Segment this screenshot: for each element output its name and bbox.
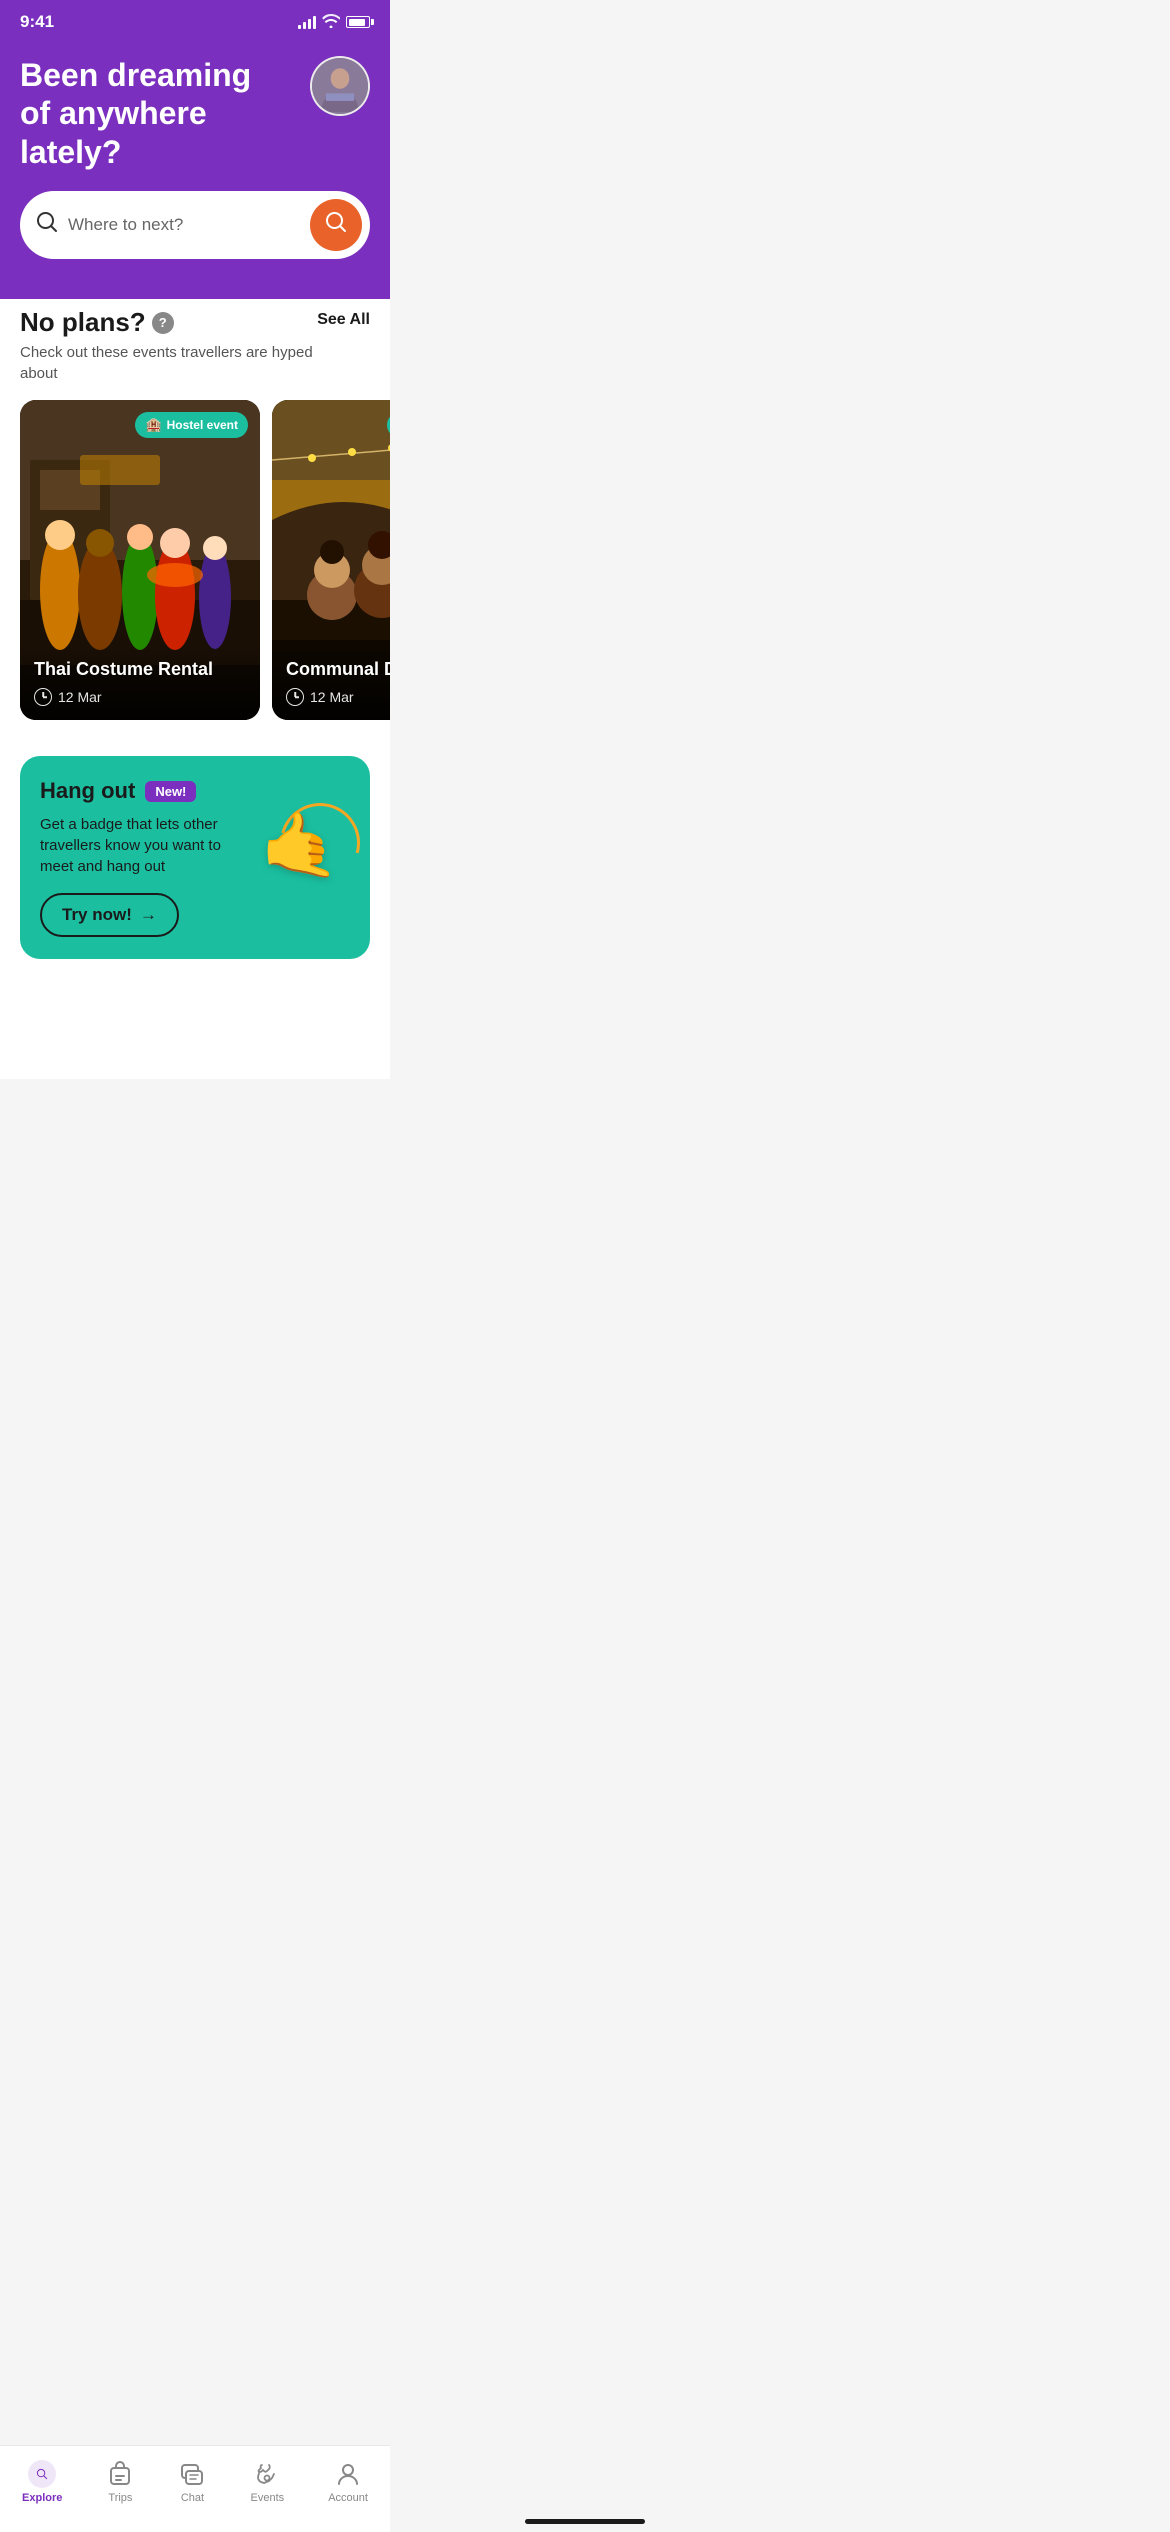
no-plans-section-header: No plans? ? Check out these events trave… — [20, 307, 370, 384]
search-button-icon — [325, 211, 347, 239]
wifi-icon — [322, 14, 340, 31]
clock-icon-2 — [286, 688, 304, 706]
event-card-1-date: 12 Mar — [34, 688, 246, 706]
nav-explore[interactable]: Explore — [10, 2456, 74, 2508]
explore-label: Explore — [22, 2492, 62, 2504]
try-now-label: Try now! — [62, 905, 132, 925]
clock-icon-1 — [34, 688, 52, 706]
nav-account[interactable]: Account — [316, 2456, 380, 2508]
event-tag-1: 🏨 Hostel event — [135, 412, 248, 438]
see-all-button[interactable]: See All — [317, 307, 370, 329]
status-bar: 9:41 — [0, 0, 390, 40]
nav-chat[interactable]: Chat — [166, 2456, 218, 2508]
nav-events[interactable]: Events — [239, 2456, 297, 2508]
event-card-2[interactable]: 🏨 Hostel event Communal Dinner 12 Mar — [272, 400, 390, 720]
hang-loose-icon: 🤙 — [260, 813, 350, 903]
event-card-1-bottom: Thai Costume Rental 12 Mar — [20, 647, 260, 721]
events-scroll[interactable]: 🏨 Hostel event Thai Costume Rental 12 Ma… — [0, 400, 390, 732]
bottom-nav: Explore Trips Chat — [0, 2445, 390, 2532]
no-plans-title-area: No plans? ? Check out these events trave… — [20, 307, 317, 384]
event-card-1[interactable]: 🏨 Hostel event Thai Costume Rental 12 Ma… — [20, 400, 260, 720]
event-card-2-date: 12 Mar — [286, 688, 390, 706]
header-top: Been dreaming of anywhere lately? — [20, 56, 370, 171]
status-icons — [298, 14, 370, 31]
search-left-icon — [36, 211, 58, 239]
nav-trips[interactable]: Trips — [94, 2456, 146, 2508]
hangout-description: Get a badge that lets other travellers k… — [40, 814, 248, 877]
event-card-2-bottom: Communal Dinner 12 Mar — [272, 647, 390, 721]
account-icon — [334, 2460, 362, 2488]
event-card-1-title: Thai Costume Rental — [34, 659, 246, 681]
page-title: Been dreaming of anywhere lately? — [20, 56, 260, 171]
main-content: No plans? ? Check out these events trave… — [0, 279, 390, 1079]
trips-label: Trips — [108, 2492, 132, 2504]
try-now-button[interactable]: Try now! → — [40, 893, 179, 937]
trips-icon — [106, 2460, 134, 2488]
hangout-banner: Hang out New! Get a badge that lets othe… — [20, 756, 370, 959]
signal-icon — [298, 15, 316, 29]
no-plans-title: No plans? ? — [20, 307, 317, 338]
user-avatar[interactable] — [310, 56, 370, 116]
hangout-content: Hang out New! Get a badge that lets othe… — [40, 778, 248, 937]
events-label: Events — [251, 2492, 285, 2504]
hangout-title-row: Hang out New! — [40, 778, 248, 804]
account-label: Account — [328, 2492, 368, 2504]
explore-icon — [28, 2460, 56, 2488]
status-time: 9:41 — [20, 12, 54, 32]
help-icon[interactable]: ? — [152, 312, 174, 334]
search-bar[interactable]: Where to next? — [20, 191, 370, 259]
header-section: Been dreaming of anywhere lately? Where … — [0, 40, 390, 299]
hand-emoji: 🤙 — [260, 813, 350, 877]
no-plans-subtitle: Check out these events travellers are hy… — [20, 342, 317, 384]
chat-icon — [178, 2460, 206, 2488]
hangout-title: Hang out — [40, 778, 135, 804]
search-input[interactable]: Where to next? — [68, 215, 300, 235]
avatar-image — [312, 58, 368, 114]
chat-label: Chat — [181, 2492, 204, 2504]
scroll-wrapper: No plans? ? Check out these events trave… — [20, 307, 370, 1079]
events-icon — [253, 2460, 281, 2488]
home-indicator — [525, 2519, 645, 2524]
search-button[interactable] — [310, 199, 362, 251]
new-badge: New! — [145, 781, 196, 802]
try-now-arrow: → — [140, 905, 157, 925]
event-card-2-title: Communal Dinner — [286, 659, 390, 681]
building-icon-1: 🏨 — [145, 417, 161, 433]
battery-icon — [346, 16, 370, 28]
